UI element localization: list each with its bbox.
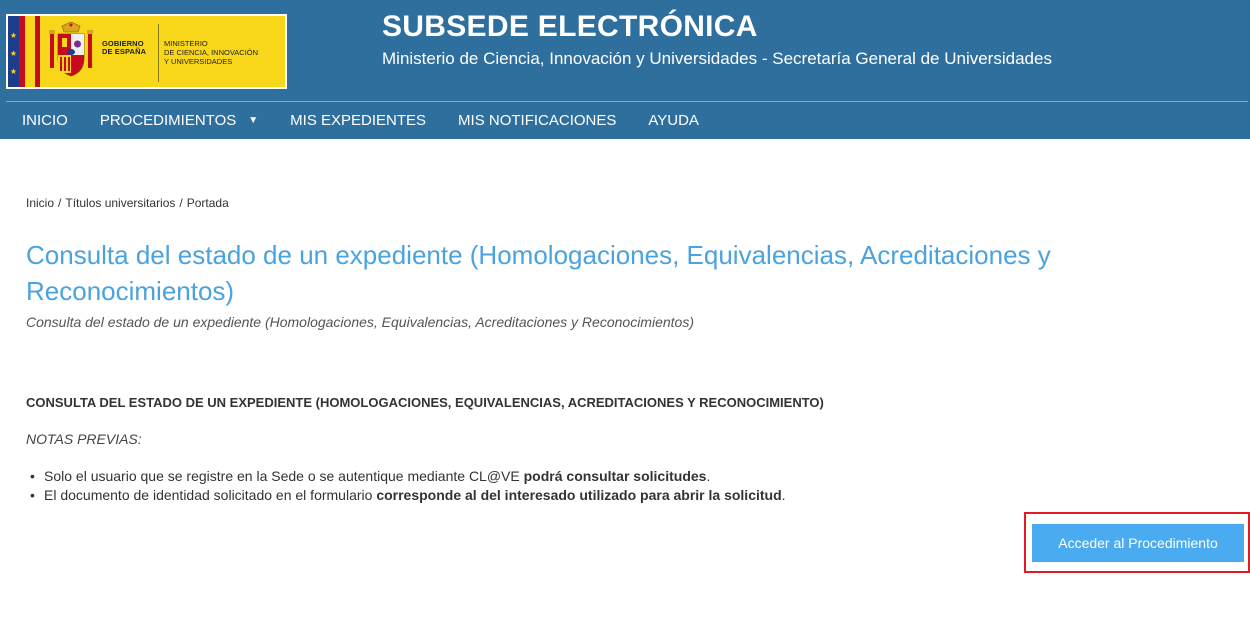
- nav-item-inicio[interactable]: INICIO: [6, 102, 84, 139]
- note-bold-text: corresponde al del interesado utilizado …: [376, 487, 782, 503]
- note-tail: .: [781, 487, 786, 503]
- caret-down-icon: ▼: [248, 114, 259, 126]
- breadcrumb-item-inicio[interactable]: Inicio: [26, 196, 54, 210]
- eu-flag-strip: ★ ★ ★: [8, 16, 19, 87]
- breadcrumb-separator: /: [179, 196, 183, 210]
- star-icon: ★: [9, 31, 18, 40]
- list-item: Solo el usuario que se registre en la Se…: [26, 467, 1126, 486]
- site-subtitle: Ministerio de Ciencia, Innovación y Univ…: [382, 49, 1052, 68]
- notes-list: Solo el usuario que se registre en la Se…: [26, 467, 1126, 505]
- note-bold-text: podrá consultar solicitudes: [523, 468, 707, 484]
- access-procedure-button[interactable]: Acceder al Procedimiento: [1032, 524, 1244, 562]
- page-subtitle: Consulta del estado de un expediente (Ho…: [26, 314, 694, 330]
- nav-item-procedimientos[interactable]: PROCEDIMIENTOS ▼: [84, 102, 274, 139]
- nav-item-label: INICIO: [22, 111, 68, 129]
- flag-red-strip: [35, 16, 40, 87]
- nav-item-mis-notificaciones[interactable]: MIS NOTIFICACIONES: [442, 102, 632, 139]
- site-title: SUBSEDE ELECTRÓNICA: [382, 10, 758, 43]
- gobierno-line2: DE ESPAÑA: [102, 47, 147, 56]
- nav-item-ayuda[interactable]: AYUDA: [632, 102, 715, 139]
- logo-divider: [158, 24, 159, 82]
- notes-label: NOTAS PREVIAS:: [26, 431, 142, 447]
- nav-item-label: MIS EXPEDIENTES: [290, 111, 427, 129]
- breadcrumb: Inicio / Títulos universitarios / Portada: [26, 196, 229, 210]
- logo-background: ★ ★ ★ GOBIERNO DE ESPAÑA MINISTERIO DE C…: [8, 16, 285, 87]
- main-nav: INICIO PROCEDIMIENTOS ▼ MIS EXPEDIENTES …: [6, 102, 715, 139]
- nav-item-label: MIS NOTIFICACIONES: [458, 111, 617, 129]
- page-title: Consulta del estado de un expediente (Ho…: [26, 240, 1051, 306]
- star-icon: ★: [9, 67, 18, 76]
- nav-item-label: AYUDA: [648, 111, 699, 129]
- note-text: Solo el usuario que se registre en la Se…: [44, 468, 524, 484]
- ministerio-line3: Y UNIVERSIDADES: [164, 56, 233, 66]
- breadcrumb-item-portada: Portada: [186, 196, 229, 210]
- government-logo[interactable]: ★ ★ ★ GOBIERNO DE ESPAÑA MINISTERIO DE C…: [6, 14, 287, 89]
- breadcrumb-item-titulos[interactable]: Títulos universitarios: [65, 196, 175, 210]
- section-heading: CONSULTA DEL ESTADO DE UN EXPEDIENTE (HO…: [26, 395, 824, 410]
- coat-of-arms-icon: [49, 22, 93, 77]
- flag-red-strip: [19, 16, 25, 87]
- star-icon: ★: [9, 49, 18, 58]
- breadcrumb-separator: /: [58, 196, 62, 210]
- note-tail: .: [706, 468, 711, 484]
- note-text: El documento de identidad solicitado en …: [44, 487, 377, 503]
- nav-item-mis-expedientes[interactable]: MIS EXPEDIENTES: [274, 102, 442, 139]
- list-item: El documento de identidad solicitado en …: [26, 486, 1126, 505]
- ministerio-text: MINISTERIO DE CIENCIA, INNOVACIÓN Y UNIV…: [164, 39, 284, 66]
- site-header: ★ ★ ★ GOBIERNO DE ESPAÑA MINISTERIO DE C…: [0, 0, 1250, 139]
- gobierno-text: GOBIERNO DE ESPAÑA: [102, 40, 154, 56]
- nav-item-label: PROCEDIMIENTOS: [99, 111, 237, 129]
